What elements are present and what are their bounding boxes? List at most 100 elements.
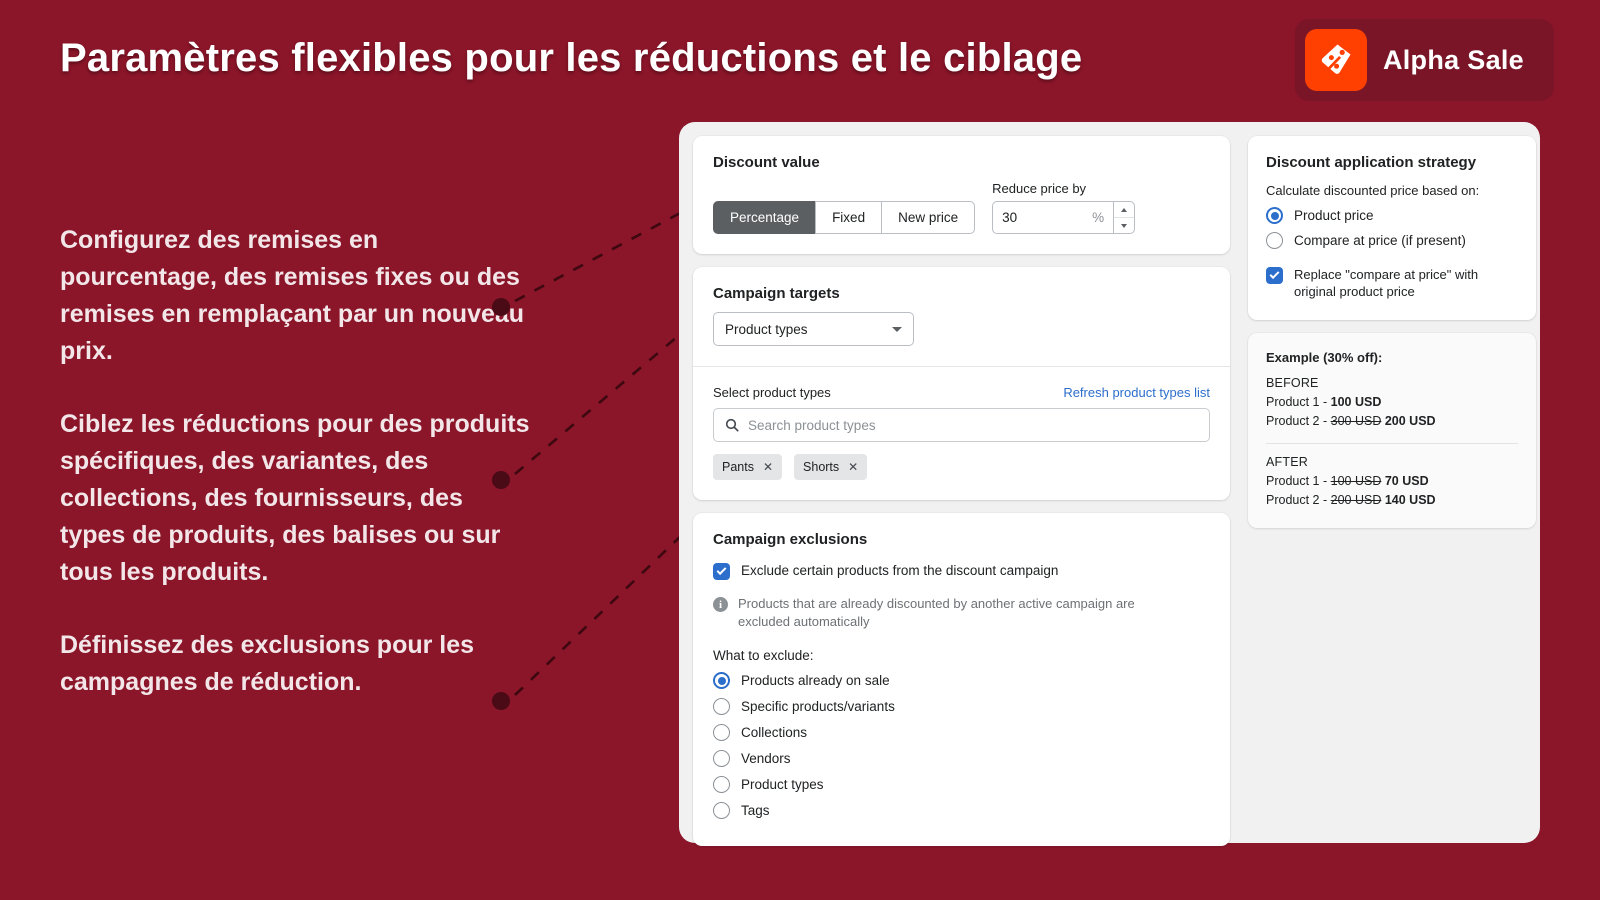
chevron-down-icon — [1121, 223, 1128, 228]
replace-compare-at-price-checkbox[interactable] — [1266, 267, 1283, 284]
radio-specific-products[interactable] — [713, 698, 730, 715]
example-old-price: 100 USD — [1330, 474, 1382, 488]
exclude-products-checkbox-row[interactable]: Exclude certain products from the discou… — [713, 562, 1210, 580]
example-after-heading: AFTER — [1266, 455, 1308, 469]
radio-product-price[interactable] — [1266, 207, 1283, 224]
reduce-price-label: Reduce price by — [992, 181, 1087, 196]
radio-label: Product types — [741, 777, 824, 792]
tag-pants[interactable]: Pants ✕ — [713, 454, 783, 480]
reduce-price-value: 30 — [1002, 210, 1018, 225]
close-icon[interactable]: ✕ — [848, 461, 858, 473]
tag-label: Shorts — [803, 460, 840, 474]
search-product-types-input[interactable]: Search product types — [713, 408, 1210, 442]
radio-label: Specific products/variants — [741, 699, 895, 714]
radio-collections[interactable] — [713, 724, 730, 741]
example-before-heading: BEFORE — [1266, 376, 1319, 390]
chevron-up-icon — [1121, 207, 1128, 212]
selected-product-type-tags: Pants ✕ Shorts ✕ — [713, 454, 1210, 480]
what-to-exclude-radio-group[interactable]: Products already on sale Specific produc… — [713, 672, 1210, 820]
copy-paragraph: Ciblez les réductions pour des produits … — [60, 410, 530, 586]
example-prefix: Product 2 - — [1266, 414, 1331, 428]
radio-label: Compare at price (if present) — [1294, 233, 1466, 248]
close-icon[interactable]: ✕ — [763, 461, 773, 473]
replace-compare-at-price-row[interactable]: Replace "compare at price" with original… — [1266, 266, 1518, 300]
example-new-price: 100 USD — [1330, 395, 1382, 409]
tag-label: Pants — [722, 460, 754, 474]
example-divider — [1266, 443, 1518, 444]
price-tag-percent-icon — [1321, 44, 1351, 74]
radio-row-product-types[interactable]: Product types — [713, 776, 1210, 794]
example-prefix: Product 1 - — [1266, 474, 1331, 488]
example-old-price: 200 USD — [1330, 493, 1382, 507]
reduce-price-suffix: % — [1092, 210, 1105, 225]
radio-row-vendors[interactable]: Vendors — [713, 750, 1210, 768]
tag-shorts[interactable]: Shorts ✕ — [794, 454, 868, 480]
radio-row-collections[interactable]: Collections — [713, 724, 1210, 742]
segment-new-price[interactable]: New price — [881, 201, 976, 234]
search-placeholder: Search product types — [748, 417, 876, 433]
search-icon — [725, 418, 739, 432]
example-card: Example (30% off): BEFORE Product 1 - 10… — [1248, 333, 1536, 528]
example-new-price: 140 USD — [1384, 493, 1436, 507]
discount-value-title: Discount value — [713, 154, 820, 171]
radio-product-types[interactable] — [713, 776, 730, 793]
radio-label: Products already on sale — [741, 673, 890, 688]
example-new-price: 200 USD — [1384, 414, 1436, 428]
page-title: Paramètres flexibles pour les réductions… — [60, 36, 1083, 80]
radio-row-tags[interactable]: Tags — [713, 802, 1210, 820]
campaign-targets-card: Campaign targets Product types Select pr… — [693, 267, 1230, 500]
exclude-products-label: Exclude certain products from the discou… — [741, 563, 1059, 578]
brand-chip: Alpha Sale — [1294, 19, 1554, 101]
radio-row-compare-at-price[interactable]: Compare at price (if present) — [1266, 232, 1518, 250]
exclusions-info-note: i Products that are already discounted b… — [713, 595, 1210, 631]
main-column: Discount value Percentage Fixed New pric… — [693, 136, 1230, 846]
replace-compare-at-price-label: Replace "compare at price" with original… — [1294, 267, 1479, 299]
app-preview-frame: Discount value Percentage Fixed New pric… — [679, 122, 1540, 846]
select-product-types-label: Select product types — [713, 385, 831, 400]
campaign-exclusions-title: Campaign exclusions — [713, 531, 868, 548]
calculate-based-on-label: Calculate discounted price based on: — [1266, 183, 1480, 198]
example-prefix: Product 1 - — [1266, 395, 1331, 409]
example-line: Product 2 - 300 USD 200 USD — [1266, 412, 1518, 431]
radio-row-products-already-on-sale[interactable]: Products already on sale — [713, 672, 1210, 690]
target-type-dropdown[interactable]: Product types — [713, 312, 914, 346]
exclusions-info-text: Products that are already discounted by … — [738, 596, 1135, 629]
radio-products-already-on-sale[interactable] — [713, 672, 730, 689]
example-prefix: Product 2 - — [1266, 493, 1331, 507]
reduce-price-field: Reduce price by 30 % — [992, 181, 1136, 234]
stepper-decrement-button[interactable] — [1114, 218, 1134, 233]
reduce-price-input[interactable]: 30 % — [992, 201, 1114, 234]
refresh-product-types-link[interactable]: Refresh product types list — [1063, 385, 1210, 400]
radio-row-product-price[interactable]: Product price — [1266, 207, 1518, 225]
strategy-card: Discount application strategy Calculate … — [1248, 136, 1536, 320]
discount-type-segmented-control[interactable]: Percentage Fixed New price — [713, 201, 976, 234]
strategy-radio-group[interactable]: Product price Compare at price (if prese… — [1266, 207, 1518, 250]
example-line: Product 1 - 100 USD 70 USD — [1266, 472, 1518, 491]
connector-line-2 — [514, 532, 685, 696]
radio-row-specific-products[interactable]: Specific products/variants — [713, 698, 1210, 716]
radio-vendors[interactable] — [713, 750, 730, 767]
target-type-value: Product types — [725, 321, 808, 337]
radio-compare-at-price[interactable] — [1266, 232, 1283, 249]
reduce-price-stepper[interactable] — [1113, 201, 1136, 234]
strategy-title: Discount application strategy — [1266, 154, 1477, 171]
radio-label: Product price — [1294, 208, 1374, 223]
exclude-products-checkbox[interactable] — [713, 563, 730, 580]
segment-percentage[interactable]: Percentage — [713, 201, 816, 234]
connector-line-0 — [514, 209, 685, 303]
radio-label: Vendors — [741, 751, 791, 766]
campaign-targets-title: Campaign targets — [713, 285, 840, 302]
stepper-increment-button[interactable] — [1114, 202, 1135, 218]
segment-fixed[interactable]: Fixed — [815, 201, 882, 234]
example-line: Product 1 - 100 USD — [1266, 393, 1518, 412]
discount-value-card: Discount value Percentage Fixed New pric… — [693, 136, 1230, 254]
radio-tags[interactable] — [713, 802, 730, 819]
radio-label: Tags — [741, 803, 770, 818]
what-to-exclude-label: What to exclude: — [713, 648, 814, 663]
brand-name: Alpha Sale — [1382, 44, 1524, 75]
example-title: Example (30% off): — [1266, 350, 1383, 365]
copy-paragraph: Configurez des remises en pourcentage, d… — [60, 226, 525, 365]
brand-logo — [1304, 29, 1367, 91]
example-new-price: 70 USD — [1384, 474, 1429, 488]
chevron-down-icon — [892, 326, 902, 332]
